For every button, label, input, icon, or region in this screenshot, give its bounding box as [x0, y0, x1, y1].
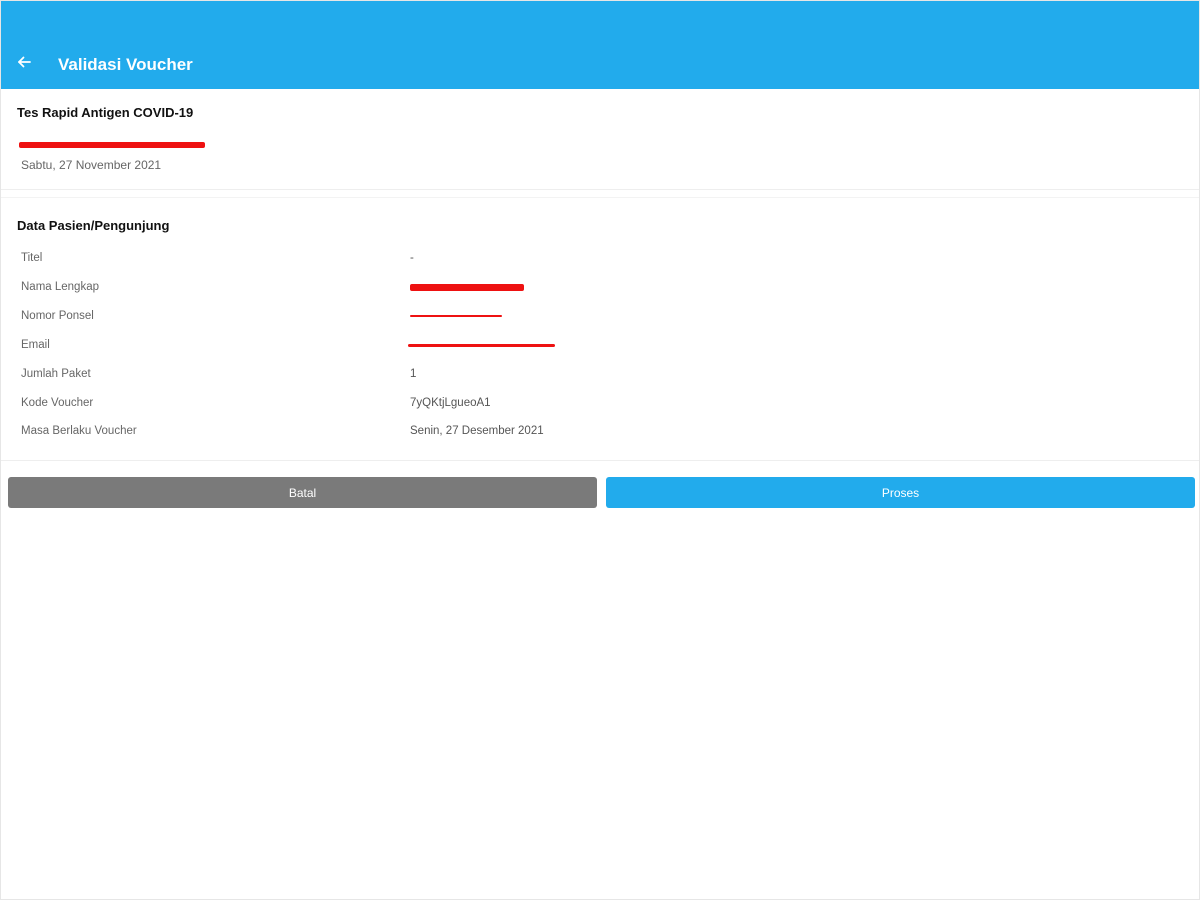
field-row-package-count: Jumlah Paket 1 — [1, 364, 1199, 384]
redacted-phone — [410, 315, 502, 317]
field-row-title: Titel - — [1, 248, 1199, 268]
field-row-phone: Nomor Ponsel — [1, 306, 1199, 326]
arrow-left-icon — [16, 54, 32, 75]
field-row-voucher-expiry: Masa Berlaku Voucher Senin, 27 Desember … — [1, 421, 1199, 441]
field-value: - — [410, 252, 414, 264]
redacted-full-name — [410, 284, 524, 291]
patient-data-section: Data Pasien/Pengunjung Titel - Nama Leng… — [1, 197, 1199, 461]
field-row-email: Email — [1, 335, 1199, 355]
cancel-button[interactable]: Batal — [8, 477, 597, 508]
cancel-button-label: Batal — [288, 485, 317, 500]
app-bar: Validasi Voucher — [1, 1, 1199, 89]
field-label: Nama Lengkap — [21, 281, 99, 293]
service-name: Tes Rapid Antigen COVID-19 — [17, 105, 194, 120]
redacted-email — [408, 344, 555, 347]
field-label: Jumlah Paket — [21, 368, 91, 380]
field-label: Kode Voucher — [21, 397, 94, 409]
field-label: Email — [21, 339, 50, 351]
back-button[interactable] — [11, 51, 37, 77]
field-value: 7yQKtjLgueoA1 — [410, 397, 491, 409]
field-label: Titel — [21, 252, 43, 264]
field-row-full-name: Nama Lengkap — [1, 277, 1199, 297]
service-date: Sabtu, 27 November 2021 — [21, 158, 162, 172]
service-summary: Tes Rapid Antigen COVID-19 Sabtu, 27 Nov… — [1, 89, 1199, 190]
field-label: Masa Berlaku Voucher — [21, 425, 137, 437]
field-row-voucher-code: Kode Voucher 7yQKtjLgueoA1 — [1, 393, 1199, 413]
field-value: Senin, 27 Desember 2021 — [410, 425, 544, 437]
page-title: Validasi Voucher — [58, 55, 193, 74]
redacted-location — [19, 142, 205, 148]
field-label: Nomor Ponsel — [21, 310, 94, 322]
section-title: Data Pasien/Pengunjung — [17, 218, 170, 233]
field-value: 1 — [410, 368, 417, 380]
process-button-label: Proses — [881, 485, 920, 500]
app-frame: Validasi Voucher Tes Rapid Antigen COVID… — [0, 0, 1200, 900]
process-button[interactable]: Proses — [606, 477, 1195, 508]
